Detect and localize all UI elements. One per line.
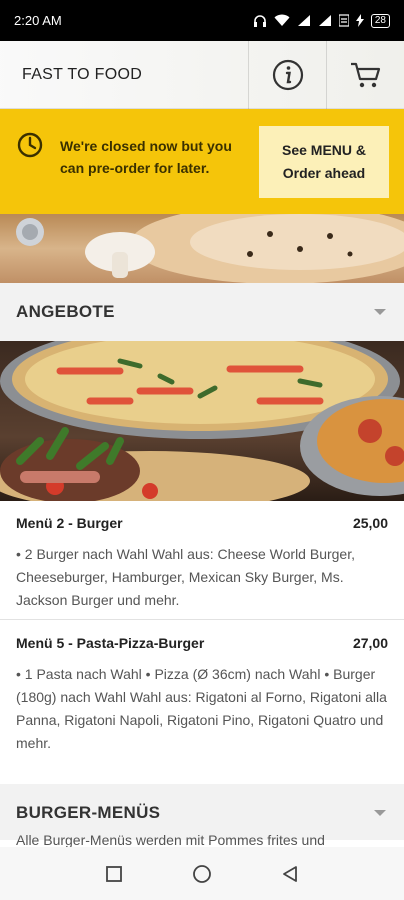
menu-item[interactable]: Menü 2 - Burger 25,00 • 2 Burger nach Wa…	[0, 515, 404, 612]
signal-icon	[297, 15, 310, 26]
status-bar: 2:20 AM 28	[0, 0, 404, 41]
section-title: ANGEBOTE	[16, 302, 115, 321]
home-circle-icon[interactable]	[192, 864, 212, 884]
closed-banner: We're closed now but you can pre-order f…	[0, 109, 404, 214]
app-bar: FAST TO FOOD	[0, 40, 404, 109]
system-nav-bar	[0, 847, 404, 900]
app-title: FAST TO FOOD	[22, 65, 143, 83]
see-menu-order-ahead-button[interactable]: See MENU & Order ahead	[259, 126, 389, 198]
recents-square-icon[interactable]	[105, 865, 123, 883]
hero-food-image	[0, 214, 404, 283]
wifi-icon	[274, 14, 290, 26]
charging-icon	[355, 14, 364, 27]
item-description: • 1 Pasta nach Wahl • Pizza (Ø 36cm) nac…	[16, 666, 387, 751]
signal-icon	[318, 15, 331, 26]
menu-item[interactable]: Menü 5 - Pasta-Pizza-Burger 27,00 • 1 Pa…	[0, 635, 404, 755]
chevron-down-icon	[374, 309, 386, 315]
item-description: • 2 Burger nach Wahl Wahl aus: Cheese Wo…	[16, 546, 355, 608]
info-icon	[272, 59, 303, 90]
status-icons: 28	[253, 13, 390, 28]
section-title: BURGER-MENÜS	[16, 803, 161, 822]
chevron-down-icon	[374, 810, 386, 816]
headphones-icon	[253, 14, 266, 27]
back-triangle-icon[interactable]	[281, 865, 299, 883]
item-name: Menü 2 - Burger	[16, 515, 123, 531]
divider	[0, 619, 404, 620]
data-icon	[338, 14, 349, 27]
section-description: Alle Burger-Menüs werden mit Pommes frit…	[16, 832, 325, 848]
item-price: 25,00	[352, 515, 388, 531]
info-button[interactable]	[248, 40, 326, 109]
battery-icon: 28	[370, 13, 390, 28]
item-price: 27,00	[352, 635, 388, 651]
clock-icon	[17, 132, 43, 158]
section-header-angebote[interactable]: ANGEBOTE	[0, 283, 404, 341]
pizza-image	[0, 341, 404, 501]
status-time: 2:20 AM	[14, 13, 62, 28]
item-name: Menü 5 - Pasta-Pizza-Burger	[16, 635, 205, 651]
cart-button[interactable]	[326, 40, 404, 109]
cart-icon	[350, 62, 380, 87]
closed-message: We're closed now but you can pre-order f…	[60, 138, 232, 176]
